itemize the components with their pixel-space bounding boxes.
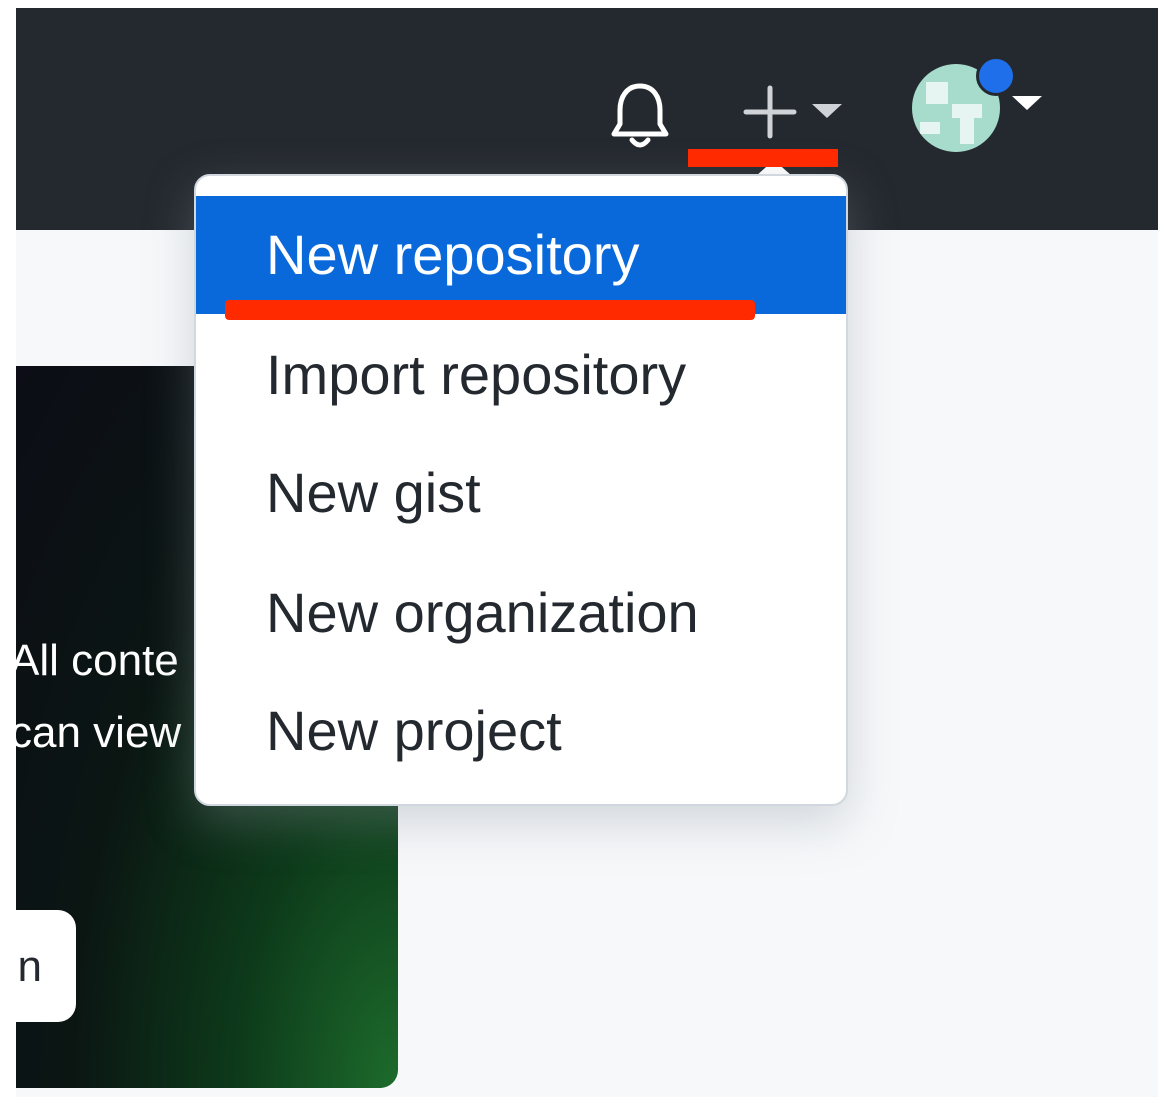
avatar-pixel <box>926 82 948 104</box>
create-dropdown-menu: New repository Import repository New gis… <box>194 174 848 806</box>
avatar-pixel <box>920 122 940 134</box>
page-viewport: All conte can view n New repository Impo… <box>16 8 1158 1097</box>
avatar-pixel <box>960 118 974 144</box>
chevron-down-icon[interactable] <box>812 104 842 118</box>
menu-item-new-repository[interactable]: New repository <box>196 196 846 314</box>
status-dot <box>976 56 1016 96</box>
menu-item-new-project[interactable]: New project <box>196 672 846 790</box>
chevron-down-icon[interactable] <box>1012 96 1042 110</box>
promo-button-label: n <box>17 942 42 991</box>
menu-item-new-gist[interactable]: New gist <box>196 434 846 552</box>
annotation-underline <box>688 149 838 167</box>
promo-text-line: All conte <box>16 636 179 685</box>
promo-button[interactable]: n <box>16 910 76 1022</box>
bell-icon[interactable] <box>608 80 672 152</box>
avatar-pixel <box>952 104 982 118</box>
plus-icon[interactable] <box>742 84 798 140</box>
menu-item-new-organization[interactable]: New organization <box>196 554 846 672</box>
annotation-underline <box>225 300 755 320</box>
menu-item-import-repository[interactable]: Import repository <box>196 316 846 434</box>
promo-text-line: can view <box>16 708 182 757</box>
